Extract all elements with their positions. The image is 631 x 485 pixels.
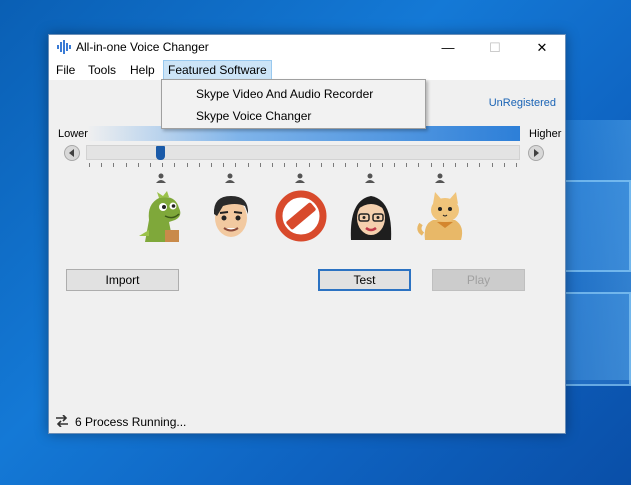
person-icon [365,173,375,183]
pitch-higher-label: Higher [529,128,562,140]
slider-tick [357,163,359,167]
slider-tick [247,163,249,167]
dropdown-item-skype-voice-changer[interactable]: Skype Voice Changer [196,109,311,123]
dropdown-item-skype-recorder[interactable]: Skype Video And Audio Recorder [196,87,373,101]
slider-tick [162,163,164,167]
slider-tick [308,163,310,167]
slider-tick [272,163,273,167]
slider-tick [284,163,286,167]
slider-tick [150,163,151,167]
slider-tick [406,163,408,167]
person-icon [225,173,235,183]
minimize-button[interactable]: — [425,35,471,60]
desktop-window-pane [557,292,631,386]
slider-tick [296,163,298,167]
slider-tick [113,163,115,167]
arrow-right-icon [534,149,539,157]
slider-tick [479,163,481,167]
slider-tick [381,163,383,167]
slider-tick [345,163,347,167]
menu-tools[interactable]: Tools [84,60,120,80]
slider-tick [516,163,517,167]
slider-tick [186,163,188,167]
slider-tick [235,163,237,167]
slider-tick [137,163,139,167]
featured-software-dropdown: Skype Video And Audio Recorder Skype Voi… [161,79,426,129]
slider-tick [467,163,469,167]
status-bar: 6 Process Running... [53,413,353,431]
slider-tick [333,163,334,167]
slider-tick [320,163,322,167]
menu-help[interactable]: Help [126,60,159,80]
pitch-lower-label: Lower [58,128,88,140]
person-icon [295,173,305,183]
arrow-left-icon [69,149,74,157]
slider-tick [455,163,456,167]
slider-tick [89,163,90,167]
slider-tick [369,163,371,167]
cat-icon[interactable] [415,190,467,242]
waveform-icon [57,40,71,54]
slider-tick [442,163,444,167]
slider-tick [101,163,103,167]
menu-featured-software[interactable]: Featured Software [163,60,272,80]
pitch-decrease-button[interactable] [64,145,80,161]
person-icon [435,173,445,183]
play-button[interactable]: Play [432,269,525,291]
slider-tick [394,163,395,167]
pitch-slider-track[interactable] [86,145,520,160]
slider-tick [198,163,200,167]
window-title: All-in-one Voice Changer [76,40,209,54]
no-effect-icon[interactable] [275,190,327,242]
pitch-slider-thumb[interactable] [156,146,165,160]
close-button[interactable]: ✕ [519,35,565,60]
license-status-link[interactable]: UnRegistered [489,97,556,109]
menu-file[interactable]: File [52,60,79,80]
slider-tick [418,163,420,167]
slider-tick [430,163,432,167]
title-bar[interactable]: All-in-one Voice Changer — ☐ ✕ [49,35,565,60]
import-button[interactable]: Import [66,269,179,291]
maximize-button[interactable]: ☐ [472,35,518,60]
slider-ticks [89,163,519,168]
desktop-window-pane [557,180,631,272]
slider-tick [125,163,127,167]
slider-tick [259,163,261,167]
slider-tick [503,163,505,167]
status-text: 6 Process Running... [75,415,187,429]
menu-bar: File Tools Help Featured Software [49,60,565,80]
slider-tick [491,163,493,167]
person-icon [156,173,166,183]
man-face-icon[interactable] [205,190,257,242]
slider-tick [174,163,176,167]
slider-tick [211,163,212,167]
dragon-icon[interactable] [135,190,187,242]
woman-face-icon[interactable] [345,190,397,242]
test-button[interactable]: Test [318,269,411,291]
process-arrows-icon [56,415,68,427]
pitch-increase-button[interactable] [528,145,544,161]
slider-tick [223,163,225,167]
